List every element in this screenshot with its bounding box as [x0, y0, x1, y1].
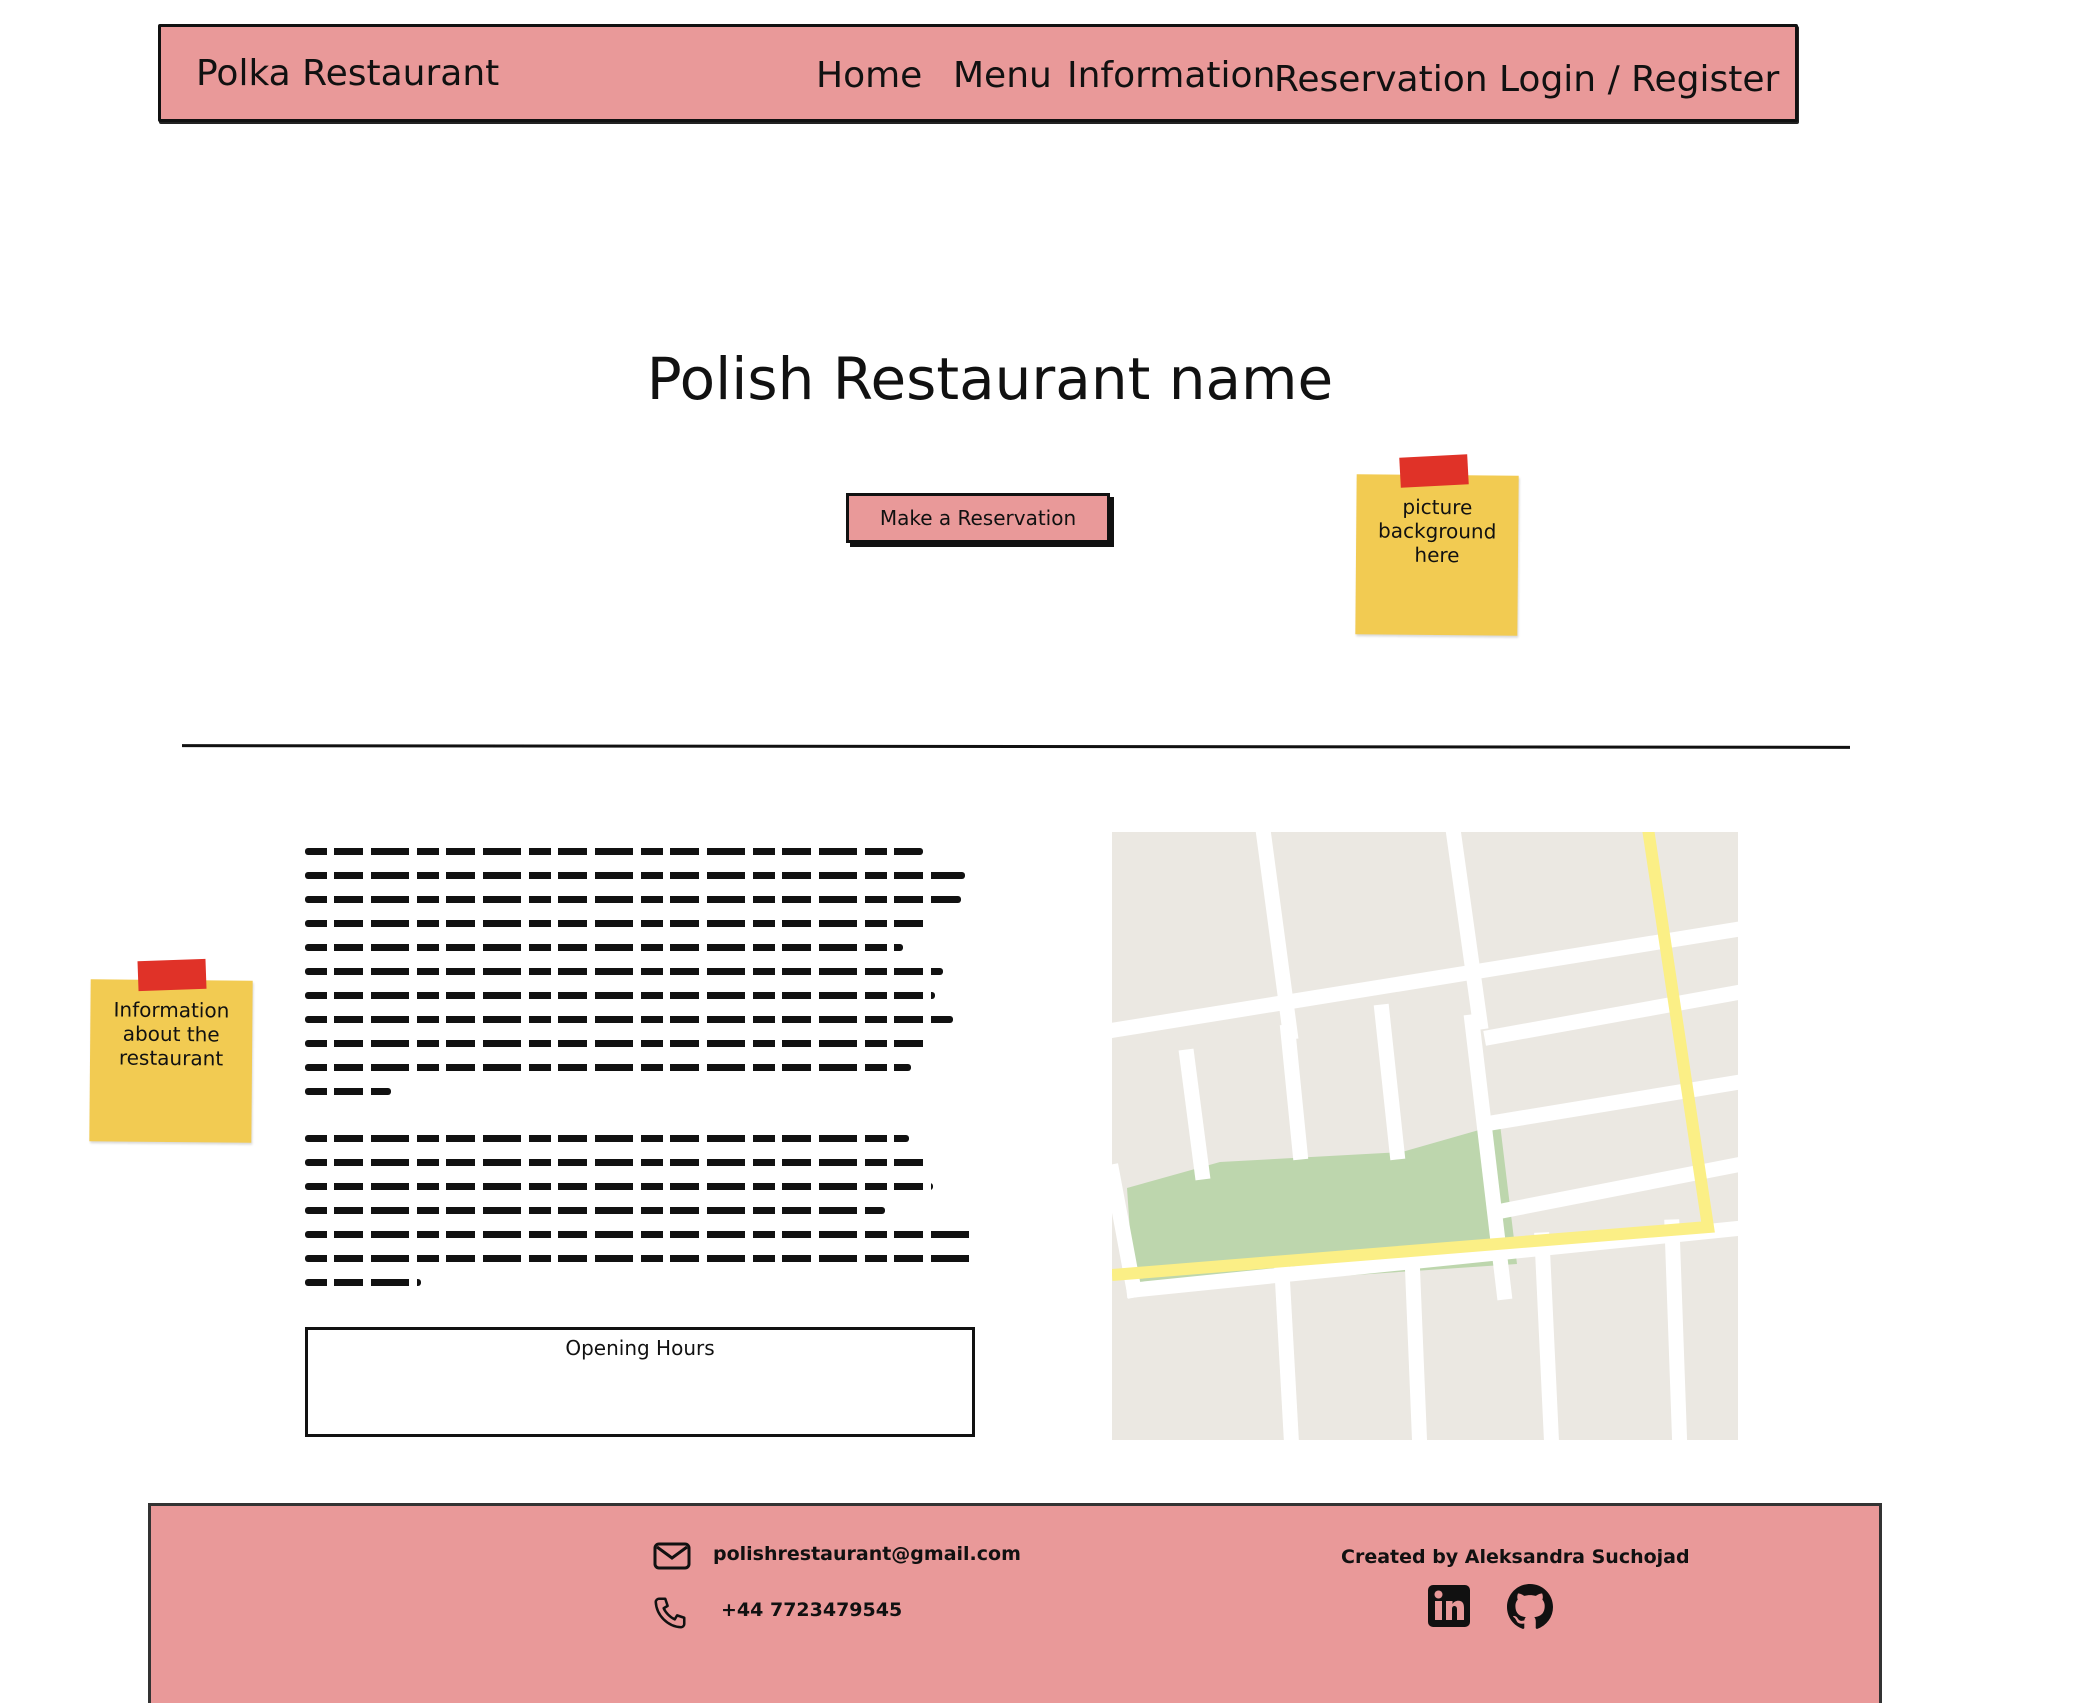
- note-line: about the: [122, 1021, 220, 1047]
- linkedin-icon[interactable]: [1427, 1584, 1471, 1628]
- location-map[interactable]: [1112, 832, 1738, 1440]
- nav-login-register[interactable]: Login / Register: [1499, 59, 1779, 100]
- opening-hours-box: Opening Hours: [305, 1327, 975, 1437]
- placeholder-text-paragraph-2: [305, 1135, 975, 1295]
- nav-home[interactable]: Home: [816, 55, 922, 96]
- sticky-note-picture: picture background here: [1355, 474, 1519, 636]
- footer-credit: Created by Aleksandra Suchojad: [1341, 1546, 1690, 1568]
- note-line: here: [1414, 542, 1460, 568]
- tape: [1399, 454, 1469, 488]
- tape: [137, 958, 207, 992]
- site-header: Polka Restaurant Home Menu Information R…: [158, 24, 1798, 122]
- github-icon[interactable]: [1507, 1584, 1553, 1630]
- note-line: restaurant: [118, 1045, 224, 1071]
- site-footer: polishrestaurant@gmail.com +44 772347954…: [148, 1503, 1882, 1703]
- footer-phone[interactable]: +44 7723479545: [721, 1599, 902, 1621]
- brand-logo[interactable]: Polka Restaurant: [196, 53, 499, 94]
- hero-title: Polish Restaurant name: [646, 345, 1334, 413]
- opening-hours-label: Opening Hours: [565, 1336, 715, 1360]
- note-line: Information: [113, 997, 230, 1023]
- mail-icon: [653, 1542, 691, 1570]
- nav-information[interactable]: Information: [1067, 55, 1275, 96]
- footer-email[interactable]: polishrestaurant@gmail.com: [713, 1543, 1021, 1565]
- note-line: background: [1377, 518, 1497, 544]
- phone-icon: [654, 1597, 686, 1629]
- sticky-note-info: Information about the restaurant: [89, 979, 253, 1143]
- map-graphic: [1112, 832, 1738, 1440]
- nav-menu[interactable]: Menu: [953, 55, 1052, 96]
- note-line: picture: [1402, 494, 1473, 520]
- nav-reservation[interactable]: Reservation: [1274, 59, 1488, 100]
- section-divider: [181, 744, 1851, 749]
- make-reservation-button[interactable]: Make a Reservation: [846, 493, 1110, 543]
- placeholder-text-paragraph-1: [305, 848, 975, 1098]
